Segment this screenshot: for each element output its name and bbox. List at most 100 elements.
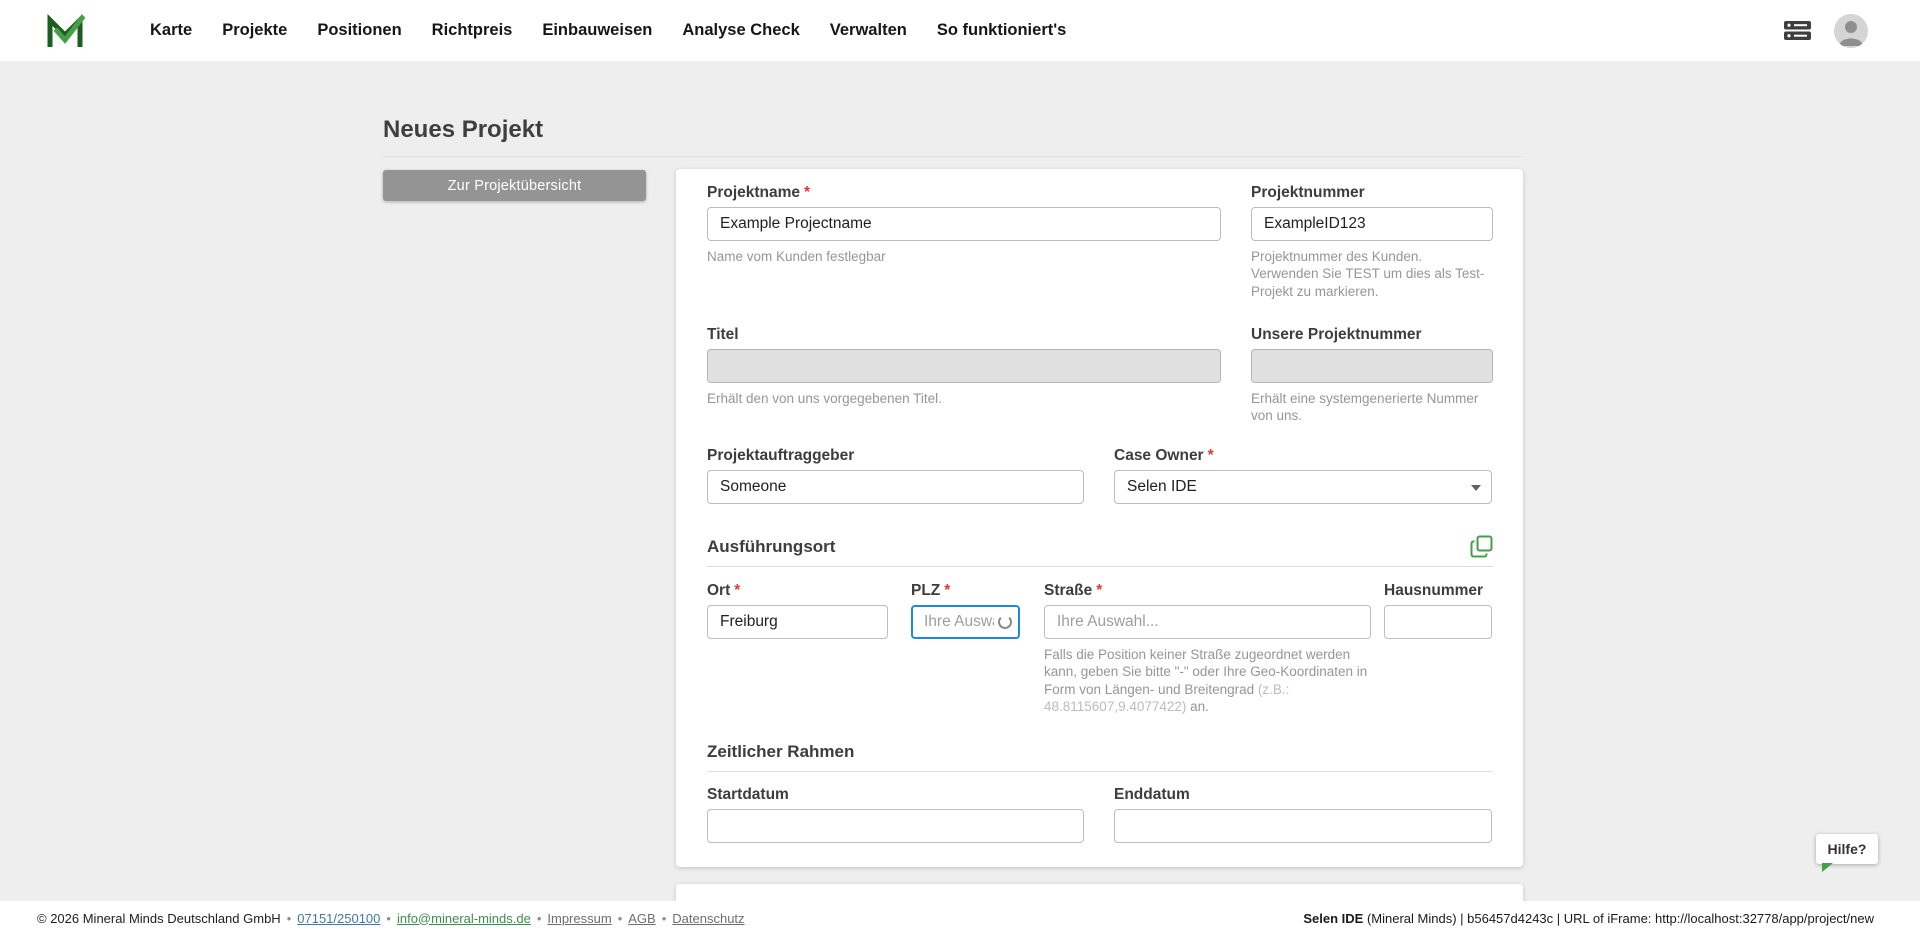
navbar-right-actions <box>1783 13 1868 48</box>
footer-left: © 2026 Mineral Minds Deutschland GmbH • … <box>37 911 745 926</box>
nav-item-richtpreis[interactable]: Richtpreis <box>417 0 528 61</box>
strasse-input[interactable] <box>1044 605 1371 639</box>
help-button[interactable]: Hilfe? <box>1816 834 1878 864</box>
ausfuehrungsort-heading: Ausführungsort <box>707 537 836 556</box>
main-content: Neues Projekt Zur Projektübersicht Proje… <box>0 61 1920 901</box>
footer-session-details: (Mineral Minds) | b56457d4243c | URL of … <box>1363 910 1874 926</box>
next-card-partial <box>676 884 1523 901</box>
projektname-hint: Name vom Kunden festlegbar <box>707 249 886 264</box>
nav-item-projekte[interactable]: Projekte <box>207 0 302 61</box>
field-ort: Ort * <box>707 581 888 639</box>
strasse-hint-text: Falls die Position keiner Straße zugeord… <box>1044 647 1368 697</box>
field-startdatum: Startdatum <box>707 785 1084 843</box>
field-projektname: Projektname* Name vom Kunden festlegbar <box>707 183 1221 265</box>
projektname-label: Projektname * <box>707 183 1221 202</box>
app-root: Karte Projekte Positionen Richtpreis Ein… <box>0 0 1920 943</box>
field-hausnummer: Hausnummer <box>1384 581 1492 639</box>
nav-item-karte[interactable]: Karte <box>135 0 207 61</box>
unsere-projektnummer-label: Unsere Projektnummer <box>1251 325 1493 344</box>
nav-item-positionen[interactable]: Positionen <box>302 0 416 61</box>
field-plz: PLZ * <box>911 581 1020 639</box>
section-zeitlicher-rahmen: Zeitlicher Rahmen <box>707 742 1493 772</box>
field-strasse: Straße* Falls die Position keiner Straße… <box>1044 581 1371 715</box>
enddatum-label: Enddatum <box>1114 785 1492 804</box>
copyright-text: © 2026 Mineral Minds Deutschland GmbH <box>37 910 281 926</box>
label-text: PLZ <box>911 582 941 599</box>
titel-hint: Erhält den von uns vorgegebenen Titel. <box>707 391 942 406</box>
enddatum-input[interactable] <box>1114 809 1492 843</box>
projektauftraggeber-label: Projektauftraggeber <box>707 446 1084 465</box>
project-overview-button[interactable]: Zur Projektübersicht <box>383 170 646 201</box>
required-asterisk: * <box>734 582 741 599</box>
required-asterisk: * <box>944 582 951 599</box>
email-link[interactable]: info@mineral-minds.de <box>397 911 531 926</box>
required-asterisk: * <box>1096 582 1103 599</box>
user-avatar-icon[interactable] <box>1834 13 1868 48</box>
label-text: Projektname <box>707 184 801 201</box>
ort-input[interactable] <box>707 605 888 639</box>
phone-link[interactable]: 07151/250100 <box>297 911 380 926</box>
nav-item-so-funktionierts[interactable]: So funktioniert's <box>922 0 1082 61</box>
hausnummer-label: Hausnummer <box>1384 581 1492 600</box>
unsere-projektnummer-hint: Erhält eine systemgenerierte Nummer von … <box>1251 391 1479 424</box>
nav-item-analyse-check[interactable]: Analyse Check <box>667 0 814 61</box>
hausnummer-input[interactable] <box>1384 605 1492 639</box>
copy-icon[interactable] <box>1470 535 1493 558</box>
unsere-projektnummer-input <box>1251 349 1493 383</box>
server-icon[interactable] <box>1783 20 1812 41</box>
impressum-link[interactable]: Impressum <box>547 911 611 926</box>
mineral-minds-logo-icon[interactable] <box>45 11 85 51</box>
label-text: Straße <box>1044 582 1093 599</box>
projektauftraggeber-input[interactable] <box>707 470 1084 504</box>
nav-item-einbauweisen[interactable]: Einbauweisen <box>527 0 667 61</box>
field-case-owner: Case Owner * Selen IDE <box>1114 446 1492 504</box>
help-button-wrap: Hilfe? <box>1816 834 1878 872</box>
label-text: Ort <box>707 582 731 599</box>
label-text: Startdatum <box>707 786 789 803</box>
required-asterisk: * <box>1207 447 1214 464</box>
top-navbar: Karte Projekte Positionen Richtpreis Ein… <box>0 0 1920 61</box>
nav-item-verwalten[interactable]: Verwalten <box>815 0 922 61</box>
footer-separator: • <box>536 910 542 926</box>
main-nav: Karte Projekte Positionen Richtpreis Ein… <box>135 0 1081 61</box>
field-titel: Titel Erhält den von uns vorgegebenen Ti… <box>707 325 1221 407</box>
label-text: Unsere Projektnummer <box>1251 326 1422 343</box>
footer-separator: • <box>286 910 292 926</box>
label-text: Enddatum <box>1114 786 1190 803</box>
case-owner-label: Case Owner * <box>1114 446 1492 465</box>
titel-input <box>707 349 1221 383</box>
footer: © 2026 Mineral Minds Deutschland GmbH • … <box>0 901 1920 943</box>
agb-link[interactable]: AGB <box>628 911 655 926</box>
projektname-input[interactable] <box>707 207 1221 241</box>
strasse-hint-suffix: an. <box>1186 698 1209 714</box>
new-project-form-card: Projektname* Name vom Kunden festlegbar … <box>676 169 1523 867</box>
footer-user-name: Selen IDE <box>1303 910 1364 926</box>
plz-label: PLZ * <box>911 581 1020 600</box>
label-text: Hausnummer <box>1384 582 1484 599</box>
field-unsere-projektnummer: Unsere Projektnummer Erhält eine systemg… <box>1251 325 1493 425</box>
footer-separator: • <box>661 910 667 926</box>
chevron-down-icon <box>1471 485 1481 491</box>
zeitlicher-rahmen-heading: Zeitlicher Rahmen <box>707 742 855 761</box>
strasse-hint: Falls die Position keiner Straße zugeord… <box>1044 646 1371 715</box>
datenschutz-link[interactable]: Datenschutz <box>672 911 744 926</box>
projektnummer-input[interactable] <box>1251 207 1493 241</box>
case-owner-select[interactable]: Selen IDE <box>1114 470 1492 504</box>
projektnummer-label: Projektnummer <box>1251 183 1493 202</box>
case-owner-selected-value: Selen IDE <box>1127 478 1197 495</box>
label-text: Case Owner <box>1114 447 1204 464</box>
title-divider <box>383 156 1522 157</box>
field-enddatum: Enddatum <box>1114 785 1492 843</box>
titel-label: Titel <box>707 325 1221 344</box>
footer-session-info: Selen IDE (Mineral Minds) | b56457d4243c… <box>1303 911 1874 926</box>
field-projektauftraggeber: Projektauftraggeber <box>707 446 1084 504</box>
help-button-tail <box>1822 863 1833 872</box>
label-text: Titel <box>707 326 739 343</box>
plz-input-wrap <box>911 605 1020 639</box>
ort-label: Ort * <box>707 581 888 600</box>
footer-separator: • <box>386 910 391 926</box>
label-text: Projektauftraggeber <box>707 447 855 464</box>
loading-spinner-icon <box>998 615 1012 629</box>
footer-separator: • <box>617 910 623 926</box>
startdatum-input[interactable] <box>707 809 1084 843</box>
